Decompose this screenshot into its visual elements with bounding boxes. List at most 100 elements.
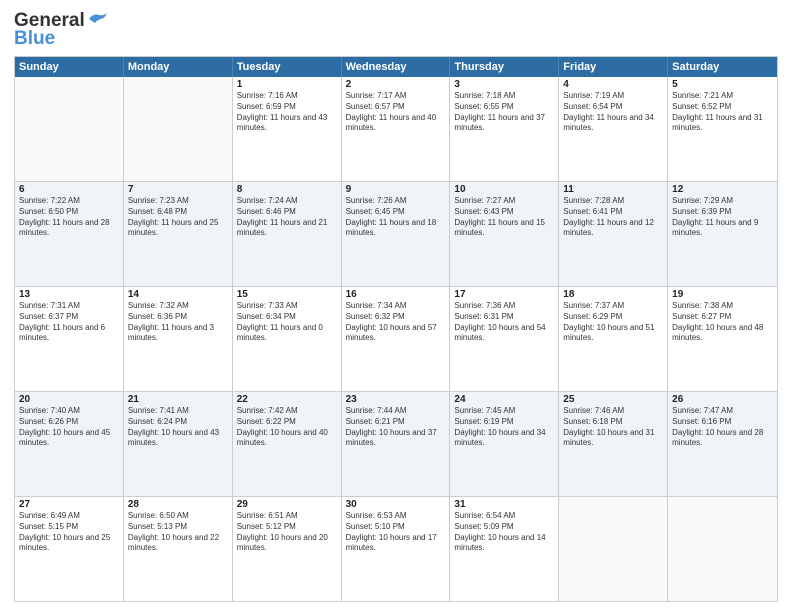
day-number: 22 — [237, 394, 337, 405]
day-cell-8: 8Sunrise: 7:24 AM Sunset: 6:46 PM Daylig… — [233, 182, 342, 286]
day-cell-21: 21Sunrise: 7:41 AM Sunset: 6:24 PM Dayli… — [124, 392, 233, 496]
empty-cell-r0c1 — [124, 77, 233, 181]
day-cell-3: 3Sunrise: 7:18 AM Sunset: 6:55 PM Daylig… — [450, 77, 559, 181]
page: General Blue SundayMondayTuesdayWednesda… — [0, 0, 792, 612]
day-info: Sunrise: 7:29 AM Sunset: 6:39 PM Dayligh… — [672, 196, 773, 239]
weekday-header-sunday: Sunday — [15, 57, 124, 77]
day-cell-10: 10Sunrise: 7:27 AM Sunset: 6:43 PM Dayli… — [450, 182, 559, 286]
day-info: Sunrise: 7:18 AM Sunset: 6:55 PM Dayligh… — [454, 91, 554, 134]
weekday-header-saturday: Saturday — [668, 57, 777, 77]
day-number: 4 — [563, 79, 663, 90]
day-cell-31: 31Sunrise: 6:54 AM Sunset: 5:09 PM Dayli… — [450, 497, 559, 601]
day-info: Sunrise: 7:44 AM Sunset: 6:21 PM Dayligh… — [346, 406, 446, 449]
logo-blue: Blue — [14, 28, 55, 50]
day-number: 13 — [19, 289, 119, 300]
day-cell-7: 7Sunrise: 7:23 AM Sunset: 6:48 PM Daylig… — [124, 182, 233, 286]
day-number: 23 — [346, 394, 446, 405]
calendar-body: 1Sunrise: 7:16 AM Sunset: 6:59 PM Daylig… — [15, 77, 777, 601]
day-info: Sunrise: 7:23 AM Sunset: 6:48 PM Dayligh… — [128, 196, 228, 239]
day-number: 25 — [563, 394, 663, 405]
day-cell-5: 5Sunrise: 7:21 AM Sunset: 6:52 PM Daylig… — [668, 77, 777, 181]
day-number: 26 — [672, 394, 773, 405]
day-number: 19 — [672, 289, 773, 300]
calendar-row-2: 13Sunrise: 7:31 AM Sunset: 6:37 PM Dayli… — [15, 286, 777, 391]
day-number: 21 — [128, 394, 228, 405]
weekday-header-monday: Monday — [124, 57, 233, 77]
day-cell-28: 28Sunrise: 6:50 AM Sunset: 5:13 PM Dayli… — [124, 497, 233, 601]
day-cell-16: 16Sunrise: 7:34 AM Sunset: 6:32 PM Dayli… — [342, 287, 451, 391]
day-number: 1 — [237, 79, 337, 90]
day-info: Sunrise: 7:24 AM Sunset: 6:46 PM Dayligh… — [237, 196, 337, 239]
day-info: Sunrise: 7:17 AM Sunset: 6:57 PM Dayligh… — [346, 91, 446, 134]
day-cell-19: 19Sunrise: 7:38 AM Sunset: 6:27 PM Dayli… — [668, 287, 777, 391]
day-cell-24: 24Sunrise: 7:45 AM Sunset: 6:19 PM Dayli… — [450, 392, 559, 496]
day-info: Sunrise: 7:41 AM Sunset: 6:24 PM Dayligh… — [128, 406, 228, 449]
empty-cell-r4c5 — [559, 497, 668, 601]
day-number: 7 — [128, 184, 228, 195]
day-info: Sunrise: 7:16 AM Sunset: 6:59 PM Dayligh… — [237, 91, 337, 134]
day-info: Sunrise: 7:27 AM Sunset: 6:43 PM Dayligh… — [454, 196, 554, 239]
day-number: 3 — [454, 79, 554, 90]
day-info: Sunrise: 7:19 AM Sunset: 6:54 PM Dayligh… — [563, 91, 663, 134]
day-info: Sunrise: 6:54 AM Sunset: 5:09 PM Dayligh… — [454, 511, 554, 554]
day-number: 12 — [672, 184, 773, 195]
day-cell-27: 27Sunrise: 6:49 AM Sunset: 5:15 PM Dayli… — [15, 497, 124, 601]
day-cell-11: 11Sunrise: 7:28 AM Sunset: 6:41 PM Dayli… — [559, 182, 668, 286]
day-number: 8 — [237, 184, 337, 195]
day-info: Sunrise: 7:37 AM Sunset: 6:29 PM Dayligh… — [563, 301, 663, 344]
day-cell-6: 6Sunrise: 7:22 AM Sunset: 6:50 PM Daylig… — [15, 182, 124, 286]
day-info: Sunrise: 7:38 AM Sunset: 6:27 PM Dayligh… — [672, 301, 773, 344]
day-info: Sunrise: 7:33 AM Sunset: 6:34 PM Dayligh… — [237, 301, 337, 344]
day-cell-25: 25Sunrise: 7:46 AM Sunset: 6:18 PM Dayli… — [559, 392, 668, 496]
day-info: Sunrise: 7:32 AM Sunset: 6:36 PM Dayligh… — [128, 301, 228, 344]
day-info: Sunrise: 7:40 AM Sunset: 6:26 PM Dayligh… — [19, 406, 119, 449]
day-number: 2 — [346, 79, 446, 90]
logo: General Blue — [14, 10, 109, 50]
day-number: 24 — [454, 394, 554, 405]
header: General Blue — [14, 10, 778, 50]
day-info: Sunrise: 7:22 AM Sunset: 6:50 PM Dayligh… — [19, 196, 119, 239]
day-cell-17: 17Sunrise: 7:36 AM Sunset: 6:31 PM Dayli… — [450, 287, 559, 391]
weekday-header-friday: Friday — [559, 57, 668, 77]
day-number: 5 — [672, 79, 773, 90]
day-info: Sunrise: 7:26 AM Sunset: 6:45 PM Dayligh… — [346, 196, 446, 239]
weekday-header-wednesday: Wednesday — [342, 57, 451, 77]
day-number: 14 — [128, 289, 228, 300]
day-cell-13: 13Sunrise: 7:31 AM Sunset: 6:37 PM Dayli… — [15, 287, 124, 391]
day-info: Sunrise: 7:28 AM Sunset: 6:41 PM Dayligh… — [563, 196, 663, 239]
day-info: Sunrise: 7:21 AM Sunset: 6:52 PM Dayligh… — [672, 91, 773, 134]
calendar-header: SundayMondayTuesdayWednesdayThursdayFrid… — [15, 57, 777, 77]
day-info: Sunrise: 7:31 AM Sunset: 6:37 PM Dayligh… — [19, 301, 119, 344]
day-number: 15 — [237, 289, 337, 300]
day-number: 9 — [346, 184, 446, 195]
calendar-row-3: 20Sunrise: 7:40 AM Sunset: 6:26 PM Dayli… — [15, 391, 777, 496]
day-number: 10 — [454, 184, 554, 195]
day-info: Sunrise: 6:50 AM Sunset: 5:13 PM Dayligh… — [128, 511, 228, 554]
day-number: 31 — [454, 499, 554, 510]
day-cell-2: 2Sunrise: 7:17 AM Sunset: 6:57 PM Daylig… — [342, 77, 451, 181]
day-cell-23: 23Sunrise: 7:44 AM Sunset: 6:21 PM Dayli… — [342, 392, 451, 496]
day-cell-18: 18Sunrise: 7:37 AM Sunset: 6:29 PM Dayli… — [559, 287, 668, 391]
day-cell-14: 14Sunrise: 7:32 AM Sunset: 6:36 PM Dayli… — [124, 287, 233, 391]
day-number: 6 — [19, 184, 119, 195]
day-cell-4: 4Sunrise: 7:19 AM Sunset: 6:54 PM Daylig… — [559, 77, 668, 181]
day-number: 30 — [346, 499, 446, 510]
day-cell-26: 26Sunrise: 7:47 AM Sunset: 6:16 PM Dayli… — [668, 392, 777, 496]
day-number: 20 — [19, 394, 119, 405]
day-info: Sunrise: 6:53 AM Sunset: 5:10 PM Dayligh… — [346, 511, 446, 554]
weekday-header-thursday: Thursday — [450, 57, 559, 77]
day-number: 17 — [454, 289, 554, 300]
day-info: Sunrise: 7:45 AM Sunset: 6:19 PM Dayligh… — [454, 406, 554, 449]
day-info: Sunrise: 7:46 AM Sunset: 6:18 PM Dayligh… — [563, 406, 663, 449]
day-number: 28 — [128, 499, 228, 510]
logo-bird-icon — [87, 11, 109, 27]
day-number: 27 — [19, 499, 119, 510]
empty-cell-r4c6 — [668, 497, 777, 601]
calendar-row-0: 1Sunrise: 7:16 AM Sunset: 6:59 PM Daylig… — [15, 77, 777, 181]
empty-cell-r0c0 — [15, 77, 124, 181]
day-number: 29 — [237, 499, 337, 510]
day-cell-29: 29Sunrise: 6:51 AM Sunset: 5:12 PM Dayli… — [233, 497, 342, 601]
calendar-row-1: 6Sunrise: 7:22 AM Sunset: 6:50 PM Daylig… — [15, 181, 777, 286]
day-info: Sunrise: 7:36 AM Sunset: 6:31 PM Dayligh… — [454, 301, 554, 344]
day-info: Sunrise: 6:51 AM Sunset: 5:12 PM Dayligh… — [237, 511, 337, 554]
